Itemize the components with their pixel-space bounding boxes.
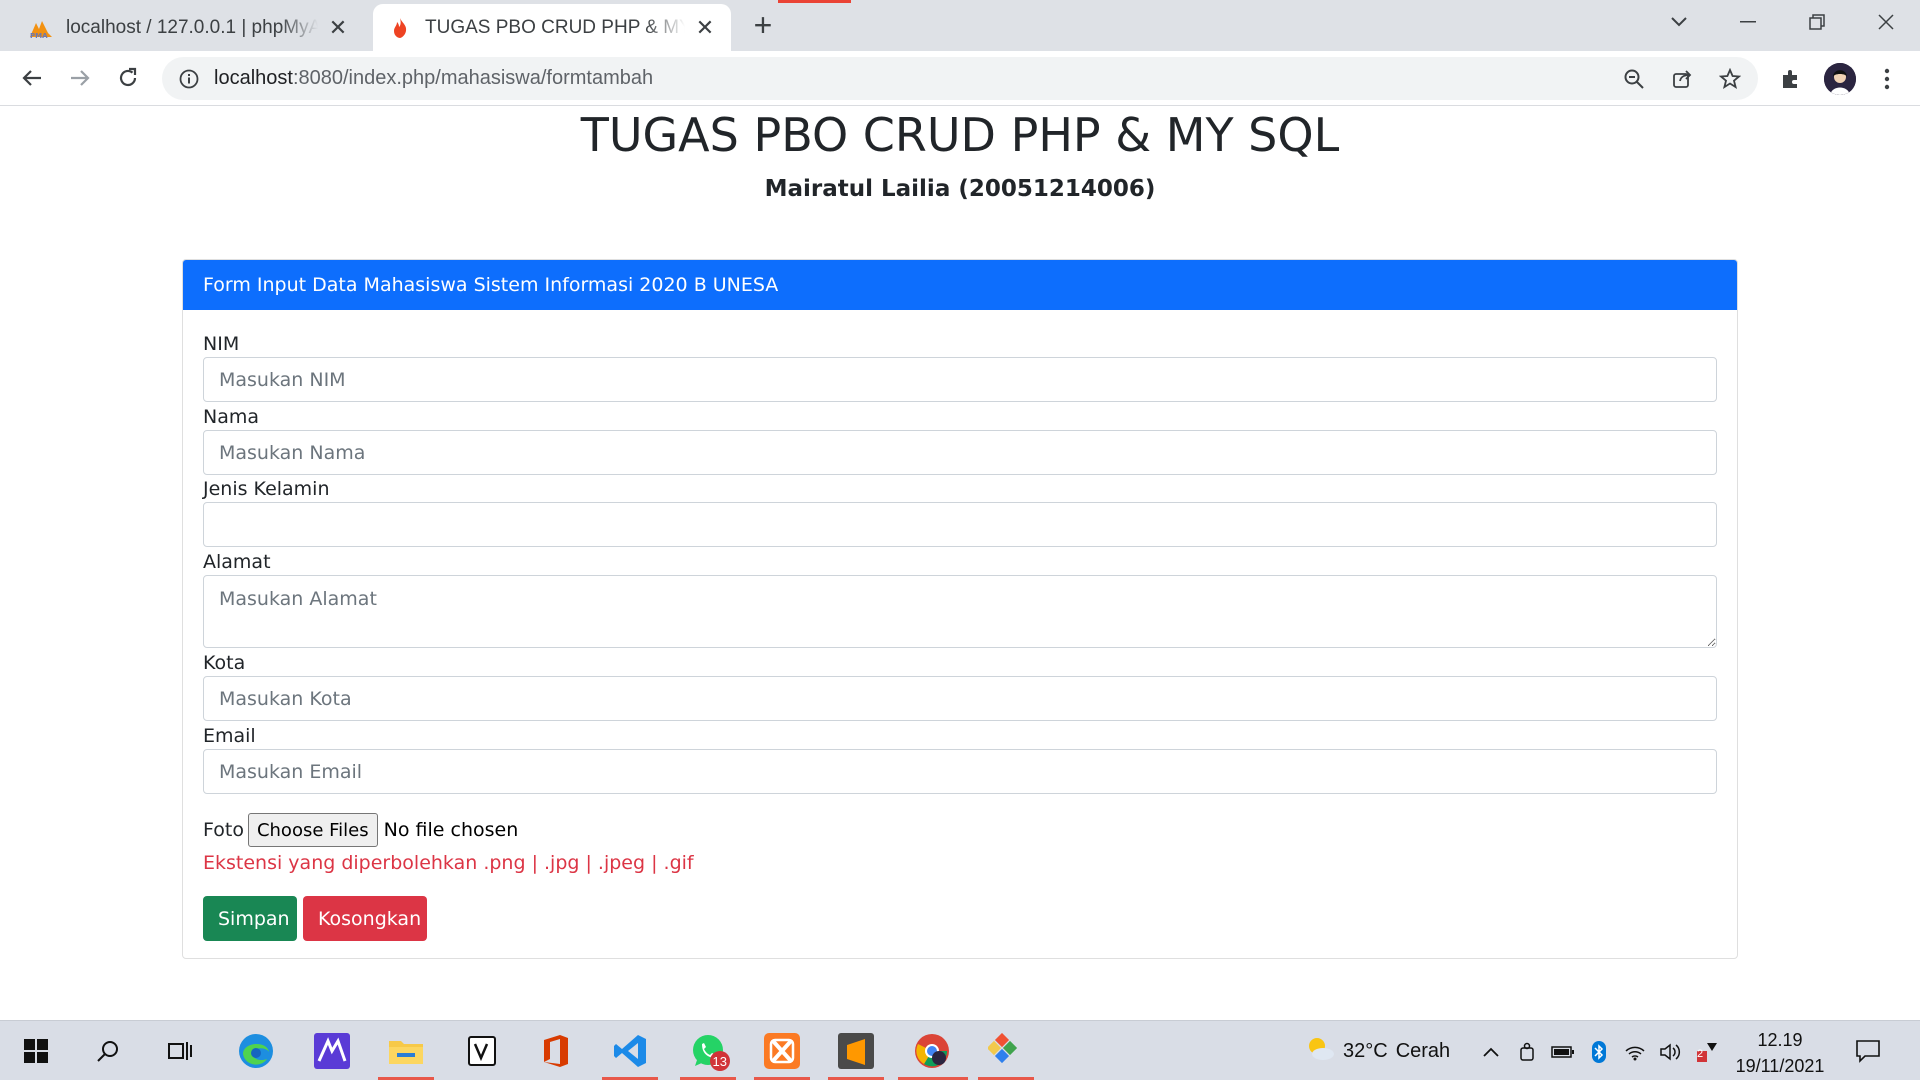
sun-cloud-icon [1305,1035,1335,1067]
save-button[interactable]: Simpan [203,896,297,941]
bluetooth-icon[interactable] [1586,1039,1612,1065]
weather-temp: 32°C [1343,1039,1388,1062]
email-label: Email [203,725,256,747]
bookmark-star-icon[interactable] [1718,67,1742,91]
email-input[interactable] [203,749,1717,794]
svg-text:PMA: PMA [30,32,48,39]
close-window-button[interactable] [1855,0,1917,44]
url-path: :8080/index.php/mahasiswa/formtambah [292,67,654,89]
restore-button[interactable] [1786,0,1848,44]
vscode-icon[interactable] [608,1029,652,1073]
site-info-icon[interactable] [178,68,200,90]
foto-row: Foto Choose Files No file chosen [203,813,518,847]
browser-tabstrip: PMA localhost / 127.0.0.1 | phpMyAdmin ✕… [0,0,1920,51]
windows-start-icon[interactable] [14,1029,58,1073]
browser-toolbar: localhost:8080/index.php/mahasiswa/formt… [0,51,1920,106]
codeigniter-flame-icon [387,15,413,41]
wifi-icon[interactable] [1622,1039,1648,1065]
back-button[interactable] [12,58,52,98]
reset-button[interactable]: Kosongkan [303,896,427,941]
url-host: localhost [214,67,293,89]
search-icon[interactable] [86,1029,130,1073]
task-view-icon[interactable] [158,1029,202,1073]
choose-files-button[interactable]: Choose Files [247,813,378,847]
kota-input[interactable] [203,676,1717,721]
file-extension-hint: Ekstensi yang diperbolehkan .png | .jpg … [203,852,694,874]
nim-label: NIM [203,333,240,355]
kota-label: Kota [203,652,246,674]
nama-input[interactable] [203,430,1717,475]
nama-label: Nama [203,406,260,428]
clock[interactable]: 12.19 19/11/2021 [1720,1027,1840,1079]
taskbar: 13 32°C Cerah 2 12.19 19/11/2021 [0,1020,1920,1080]
visual-studio-icon[interactable] [460,1029,504,1073]
nim-input[interactable] [203,357,1717,402]
extensions-icon[interactable] [1778,66,1804,92]
share-icon[interactable] [1670,67,1694,91]
close-icon[interactable]: ✕ [326,15,350,40]
notification-icon[interactable] [1853,1037,1883,1065]
tab-phpmyadmin[interactable]: PMA localhost / 127.0.0.1 | phpMyAdmin ✕ [14,4,364,51]
phpmyadmin-icon: PMA [28,15,54,41]
clock-time: 12.19 [1757,1030,1803,1050]
tab-crud[interactable]: TUGAS PBO CRUD PHP & MY SQL ✕ [373,4,731,51]
clock-date: 19/11/2021 [1735,1056,1825,1076]
reload-button[interactable] [108,58,148,98]
jenis-kelamin-input[interactable] [203,502,1717,547]
file-status: No file chosen [383,819,519,841]
form-card-header: Form Input Data Mahasiswa Sistem Informa… [183,260,1737,310]
minimize-button[interactable] [1717,0,1779,44]
tab-search-icon[interactable] [1648,0,1710,44]
office-icon[interactable] [534,1029,578,1073]
profile-avatar[interactable] [1824,63,1856,95]
whatsapp-icon[interactable]: 13 [686,1029,730,1073]
battery-icon[interactable] [1550,1039,1576,1065]
page-subtitle: Mairatul Lailia (20051214006) [764,176,1156,202]
alamat-textarea[interactable] [203,575,1717,648]
page-title: TUGAS PBO CRUD PHP & MY SQL [580,108,1340,162]
whatsapp-badge: 13 [709,1051,730,1071]
chevron-up-icon[interactable] [1478,1039,1504,1065]
xampp-icon[interactable] [760,1029,804,1073]
sublime-text-icon[interactable] [834,1029,878,1073]
alamat-label: Alamat [203,551,271,573]
new-tab-button[interactable]: + [748,7,778,43]
url-text: localhost:8080/index.php/mahasiswa/formt… [214,67,653,90]
weather-desc: Cerah [1395,1039,1451,1062]
file-explorer-icon[interactable] [384,1029,428,1073]
address-bar[interactable]: localhost:8080/index.php/mahasiswa/formt… [162,57,1758,100]
foto-label: Foto [203,819,244,841]
loading-indicator [778,0,851,3]
tab-title: localhost / 127.0.0.1 | phpMyAdmin [66,16,318,38]
zoom-icon[interactable] [1622,67,1646,91]
tray-badge: 2 [1697,1048,1704,1060]
edge-icon[interactable] [234,1029,278,1073]
meet-icon[interactable] [1514,1039,1540,1065]
close-icon[interactable]: ✕ [693,15,717,40]
jetbrains-icon[interactable] [310,1029,354,1073]
forward-button[interactable] [60,58,100,98]
form-card: Form Input Data Mahasiswa Sistem Informa… [182,259,1738,959]
volume-icon[interactable] [1658,1039,1684,1065]
tab-title: TUGAS PBO CRUD PHP & MY SQL [425,16,685,38]
menu-kebab-icon[interactable] [1874,66,1900,92]
language-icon[interactable]: 2 [1694,1039,1720,1065]
jenis-kelamin-label: Jenis Kelamin [203,478,330,500]
chrome-icon[interactable] [910,1029,954,1073]
git-icon[interactable] [984,1029,1028,1073]
weather-widget[interactable]: 32°C Cerah [1305,1035,1450,1067]
